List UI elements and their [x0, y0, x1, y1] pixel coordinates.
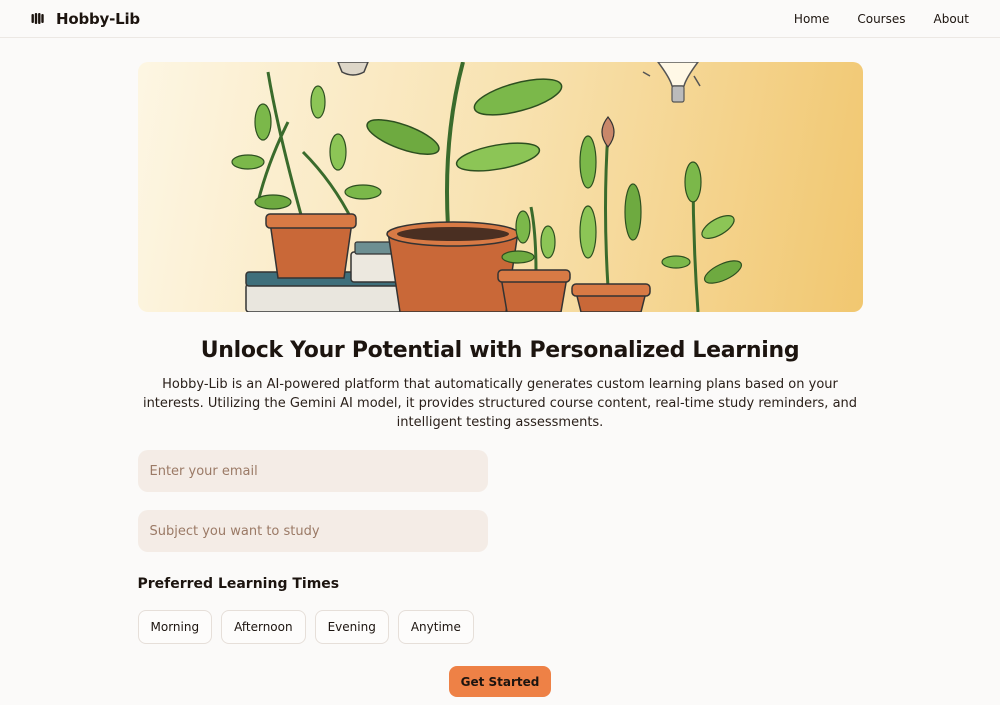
- brand-name: Hobby-Lib: [56, 9, 140, 28]
- nav-courses-link[interactable]: Courses: [857, 12, 905, 26]
- learning-times-title: Preferred Learning Times: [137, 576, 340, 592]
- intro-paragraph: Hobby-Lib is an AI-powered platform that…: [142, 377, 858, 430]
- hero-illustration: [230, 62, 742, 312]
- plant-sprout: [660, 161, 742, 312]
- hero-image: [137, 62, 863, 312]
- lightbulb-icon: [336, 62, 369, 76]
- main-nav: Home Courses About: [794, 12, 969, 26]
- time-option-evening[interactable]: Evening: [314, 610, 389, 644]
- lightbulb-icon: [642, 62, 701, 103]
- top-navbar: Hobby-Lib Home Courses About: [0, 0, 1000, 38]
- plant-pot: [496, 206, 571, 312]
- nav-about-link[interactable]: About: [934, 12, 969, 26]
- get-started-button[interactable]: Get Started: [448, 666, 552, 697]
- subject-input[interactable]: [137, 510, 488, 552]
- plant-pot: [570, 116, 651, 312]
- brand-logo-icon: [31, 13, 44, 24]
- time-option-anytime[interactable]: Anytime: [397, 610, 474, 644]
- cta-container: Get Started: [138, 666, 863, 697]
- nav-home-link[interactable]: Home: [794, 12, 829, 26]
- page-headline: Unlock Your Potential with Personalized …: [200, 338, 800, 363]
- time-option-afternoon[interactable]: Afternoon: [221, 610, 306, 644]
- brand[interactable]: Hobby-Lib: [31, 10, 140, 28]
- email-input[interactable]: [137, 450, 488, 492]
- main-content: Unlock Your Potential with Personalized …: [137, 38, 863, 697]
- learning-times-options: Morning Afternoon Evening Anytime: [137, 610, 863, 644]
- time-option-morning[interactable]: Morning: [137, 610, 213, 644]
